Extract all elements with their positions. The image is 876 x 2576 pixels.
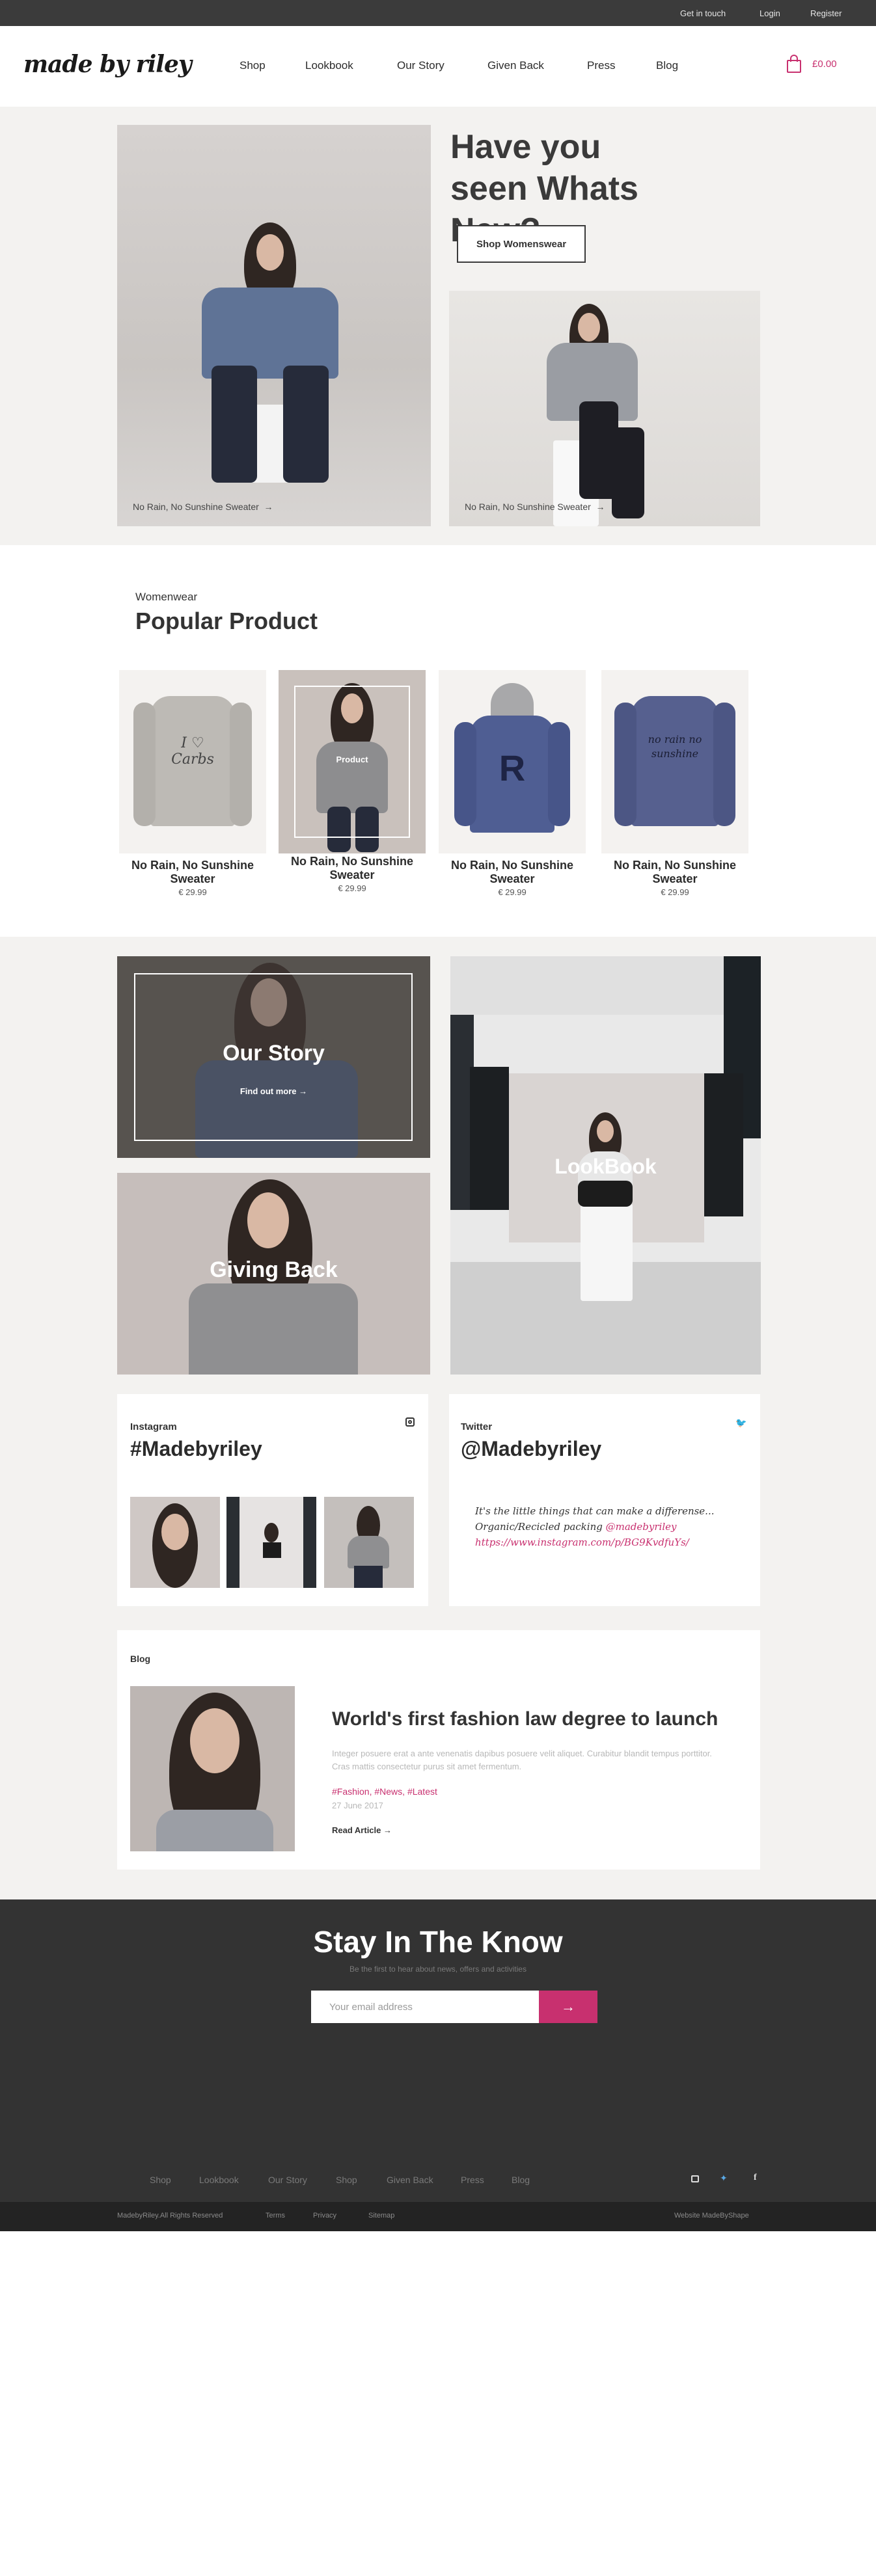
privacy-link[interactable]: Privacy	[313, 2212, 336, 2220]
twitter-handle[interactable]: @Madebyriley	[461, 1437, 601, 1461]
blog-tags[interactable]: #Fashion, #News, #Latest	[332, 1786, 437, 1797]
login-link[interactable]: Login	[760, 8, 780, 18]
product-card[interactable]: Product	[279, 670, 426, 853]
product-hover-label: Product	[336, 755, 368, 764]
product-price: € 29.99	[661, 887, 689, 897]
product-card[interactable]: R	[439, 670, 586, 853]
copyright: MadebyRiley.All Rights Reserved	[117, 2212, 223, 2220]
blog-panel: Blog World's first fashion law degree to…	[117, 1630, 760, 1870]
subscribe-button[interactable]: →	[539, 1991, 597, 2023]
nav-our-story[interactable]: Our Story	[397, 59, 445, 72]
top-bar: Get in touch Login Register	[0, 0, 876, 26]
our-story-title: Our Story	[223, 1041, 325, 1066]
twitter-panel: Twitter @Madebyriley 🐦 It's the little t…	[449, 1394, 760, 1606]
tweet-mention[interactable]: @madebyriley	[606, 1521, 677, 1533]
footer-link-blog[interactable]: Blog	[512, 2175, 530, 2185]
nav-given-back[interactable]: Given Back	[487, 59, 544, 72]
footer-link-press[interactable]: Press	[461, 2175, 484, 2185]
tweet-text: It's the little things that can make a d…	[475, 1503, 735, 1550]
sitemap-link[interactable]: Sitemap	[368, 2212, 394, 2220]
credit-link[interactable]: Website MadeByShape	[674, 2212, 749, 2220]
tweet-link[interactable]: https://www.instagram.com/p/BG9KvdfuYs/	[475, 1535, 735, 1550]
site-header: made by riley Shop Lookbook Our Story Gi…	[0, 26, 876, 107]
hero-caption-right: No Rain, No Sunshine Sweater →	[465, 502, 605, 512]
logo[interactable]: made by riley	[23, 51, 192, 78]
instagram-panel: Instagram #Madebyriley	[117, 1394, 428, 1606]
twitter-kicker: Twitter	[461, 1421, 493, 1432]
read-article-link[interactable]: Read Article →	[332, 1825, 392, 1835]
lookbook-tile[interactable]: LookBook	[450, 956, 761, 1375]
instagram-icon[interactable]	[405, 1417, 415, 1427]
products-title: Popular Product	[135, 608, 318, 634]
blog-image[interactable]	[130, 1686, 295, 1851]
instagram-kicker: Instagram	[130, 1421, 177, 1432]
nav-shop[interactable]: Shop	[240, 59, 266, 72]
legal-bar: MadebyRiley.All Rights Reserved Terms Pr…	[0, 2202, 876, 2231]
terms-link[interactable]: Terms	[266, 2212, 285, 2220]
product-price: € 29.99	[338, 883, 366, 893]
register-link[interactable]: Register	[810, 8, 842, 18]
footer-link-shop[interactable]: Shop	[150, 2175, 171, 2185]
instagram-handle[interactable]: #Madebyriley	[130, 1437, 262, 1461]
product-price: € 29.99	[178, 887, 207, 897]
lookbook-title: LookBook	[554, 1155, 657, 1178]
nav-blog[interactable]: Blog	[656, 59, 678, 72]
hero-photo-left[interactable]: No Rain, No Sunshine Sweater →	[117, 125, 431, 526]
nav-lookbook[interactable]: Lookbook	[305, 59, 353, 72]
footer-link-lookbook[interactable]: Lookbook	[199, 2175, 239, 2185]
shopping-bag-icon[interactable]	[786, 55, 802, 73]
facebook-icon[interactable]: f	[754, 2173, 757, 2183]
product-name[interactable]: No Rain, No Sunshine Sweater	[118, 859, 267, 886]
popular-products-section: Womenwear Popular Product I ♡ Carbs No R…	[0, 545, 876, 937]
product-name[interactable]: No Rain, No Sunshine Sweater	[437, 859, 587, 886]
blog-date: 27 June 2017	[332, 1801, 383, 1810]
features-section: Our Story Find out more → Giving Back Lo…	[0, 937, 876, 1899]
our-story-tile[interactable]: Our Story Find out more →	[117, 956, 430, 1158]
twitter-bird-icon[interactable]: 🐦	[735, 1417, 746, 1429]
hero-photo-right[interactable]: No Rain, No Sunshine Sweater →	[449, 291, 760, 526]
instagram-post[interactable]	[130, 1497, 220, 1588]
hero-section: No Rain, No Sunshine Sweater → Have you …	[0, 107, 876, 545]
blog-excerpt: Integer posuere erat a ante venenatis da…	[332, 1749, 712, 1771]
blog-post-title[interactable]: World's first fashion law degree to laun…	[332, 1708, 718, 1730]
shop-womenswear-button[interactable]: Shop Womenswear	[457, 225, 586, 263]
giving-back-title: Giving Back	[210, 1257, 338, 1282]
product-name[interactable]: No Rain, No Sunshine Sweater	[277, 855, 427, 882]
nav-press[interactable]: Press	[587, 59, 615, 72]
email-input[interactable]	[311, 1991, 539, 2023]
cart-total[interactable]: £0.00	[812, 59, 837, 70]
products-kicker: Womenwear	[135, 591, 198, 603]
newsletter-subtitle: Be the first to hear about news, offers …	[349, 1965, 527, 1974]
get-in-touch-link[interactable]: Get in touch	[680, 8, 726, 18]
instagram-post[interactable]	[226, 1497, 316, 1588]
newsletter-section: Stay In The Know Be the first to hear ab…	[0, 1899, 876, 2202]
find-out-more-link[interactable]: Find out more →	[117, 1086, 430, 1096]
product-card[interactable]: I ♡ Carbs	[119, 670, 266, 853]
footer-link-our-story[interactable]: Our Story	[268, 2175, 307, 2185]
product-name[interactable]: No Rain, No Sunshine Sweater	[600, 859, 750, 886]
newsletter-title: Stay In The Know	[313, 1925, 563, 1959]
twitter-icon[interactable]: ✦	[720, 2173, 728, 2184]
giving-back-tile[interactable]: Giving Back	[117, 1173, 430, 1375]
instagram-icon[interactable]	[691, 2175, 699, 2182]
footer-link-given-back[interactable]: Given Back	[387, 2175, 433, 2185]
product-price: € 29.99	[498, 887, 527, 897]
instagram-post[interactable]	[324, 1497, 414, 1588]
footer-link-shop-2[interactable]: Shop	[336, 2175, 357, 2185]
product-card[interactable]: no rain no sunshine	[601, 670, 748, 853]
hero-caption-left: No Rain, No Sunshine Sweater →	[133, 502, 273, 512]
blog-kicker: Blog	[130, 1654, 151, 1664]
